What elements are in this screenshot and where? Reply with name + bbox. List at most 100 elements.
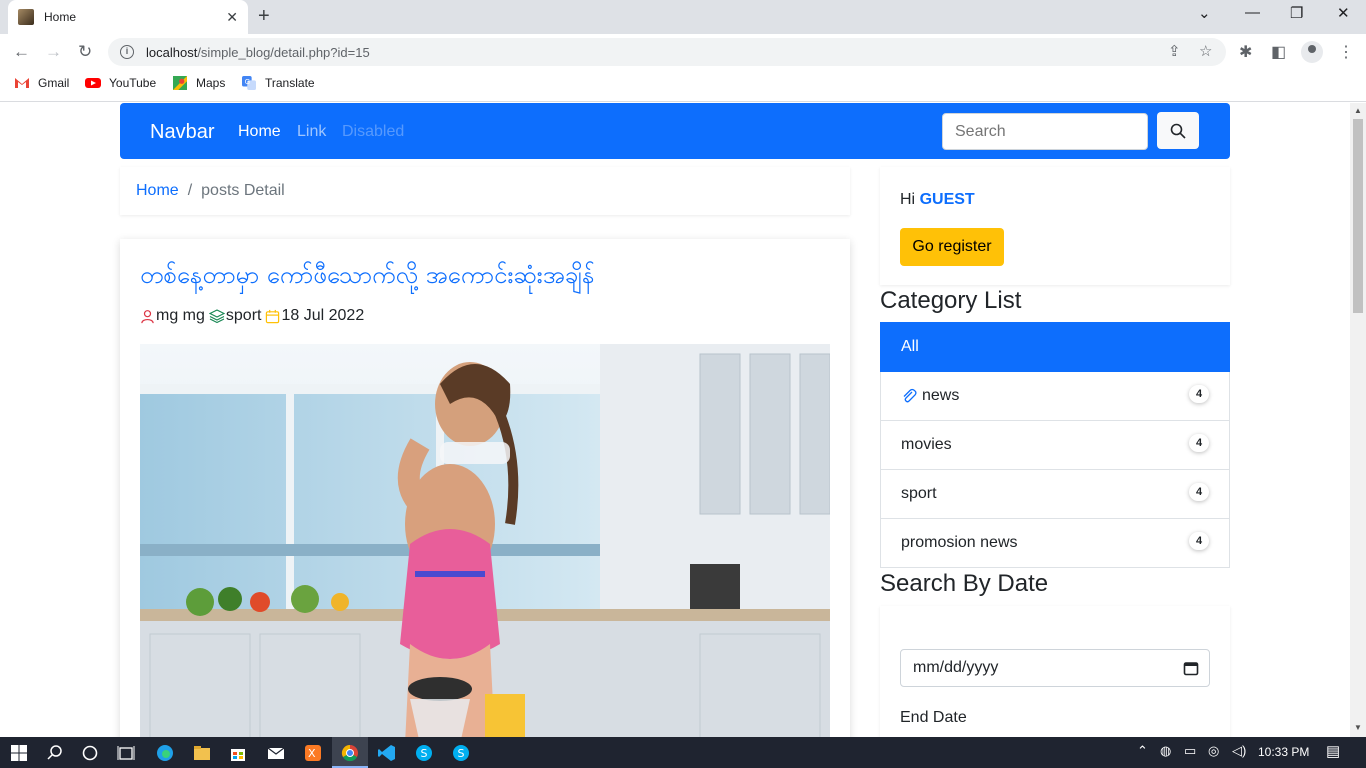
xampp-icon[interactable]: X	[304, 744, 322, 762]
bookmark-youtube[interactable]: YouTube	[85, 76, 156, 90]
user-card: Hi GUEST Go register	[880, 167, 1230, 285]
forward-button[interactable]: →	[45, 42, 62, 62]
category-item-movies[interactable]: movies 4	[880, 421, 1230, 470]
layers-icon	[208, 309, 225, 324]
skype-business-icon[interactable]: S	[452, 744, 470, 762]
search-by-date-title: Search By Date	[880, 570, 1049, 597]
maps-icon	[173, 76, 187, 90]
count-badge: 4	[1189, 434, 1209, 452]
menu-icon[interactable]: ⋮	[1338, 42, 1354, 62]
new-tab-button[interactable]: +	[258, 5, 270, 27]
back-button[interactable]: ←	[13, 42, 30, 62]
file-explorer-icon[interactable]	[193, 744, 211, 762]
bookmark-label: Gmail	[38, 76, 70, 90]
side-panel-icon[interactable]: ◧	[1271, 42, 1286, 62]
tab-search-icon[interactable]: ⌄	[1198, 4, 1211, 22]
count-badge: 4	[1189, 385, 1209, 403]
minimize-button[interactable]: —	[1245, 4, 1260, 21]
register-button[interactable]: Go register	[900, 228, 1004, 266]
svg-text:S: S	[458, 747, 465, 760]
url-host: localhost	[146, 44, 198, 60]
count-badge: 4	[1189, 532, 1209, 550]
date-placeholder: mm/dd/yyyy	[913, 659, 999, 676]
nav-link-home[interactable]: Home	[238, 123, 281, 141]
notifications-icon[interactable]: ▤	[1326, 742, 1340, 760]
bookmark-star-icon[interactable]: ☆	[1199, 38, 1212, 66]
calendar-picker-icon[interactable]	[1183, 660, 1199, 676]
breadcrumb: Home / posts Detail	[120, 167, 850, 215]
translate-icon: G	[242, 76, 256, 90]
category-item-promosion-news[interactable]: promosion news 4	[880, 519, 1230, 568]
category-label: sport	[901, 485, 937, 502]
paperclip-icon	[903, 388, 917, 403]
scroll-thumb[interactable]	[1353, 119, 1363, 313]
edge-icon[interactable]	[156, 744, 174, 762]
post-date: 18 Jul 2022	[281, 307, 365, 324]
count-badge: 4	[1189, 483, 1209, 501]
volume-icon[interactable]: ◁)	[1232, 743, 1246, 759]
category-label: All	[901, 337, 919, 355]
restore-button[interactable]: ❐	[1290, 4, 1303, 22]
bookmark-gmail[interactable]: Gmail	[14, 76, 69, 90]
date-search-card: mm/dd/yyyy End Date	[880, 606, 1230, 737]
search-input[interactable]	[942, 113, 1148, 150]
category-item-all[interactable]: All	[880, 322, 1230, 372]
start-date-input[interactable]: mm/dd/yyyy	[900, 649, 1210, 687]
reload-button[interactable]: ↻	[78, 42, 92, 62]
store-icon[interactable]	[229, 744, 247, 762]
scroll-up-arrow[interactable]: ▲	[1354, 106, 1362, 115]
meet-now-icon[interactable]: ◍	[1160, 743, 1171, 759]
category-item-sport[interactable]: sport 4	[880, 470, 1230, 519]
tab-strip: Home ✕ + ⌄ — ❐ ✕	[0, 0, 1366, 34]
task-view-icon[interactable]	[117, 744, 135, 762]
profile-avatar[interactable]	[1301, 41, 1323, 63]
nav-link-link[interactable]: Link	[297, 123, 326, 141]
category-label: movies	[901, 436, 952, 453]
taskbar-clock[interactable]: 10:33 PM	[1258, 745, 1309, 759]
bookmark-label: Translate	[265, 76, 315, 90]
bookmark-maps[interactable]: Maps	[172, 76, 225, 90]
post-category[interactable]: sport	[226, 307, 262, 325]
chrome-icon[interactable]	[341, 744, 359, 762]
category-label: news	[922, 387, 960, 404]
post-author: mg mg	[156, 307, 205, 324]
calendar-icon	[266, 309, 280, 323]
windows-taskbar: X S S ⌃ ◍ ▭ ◎ ◁) 10:33 PM ▤	[0, 737, 1366, 768]
url-field[interactable]: i localhost/simple_blog/detail.php?id=15…	[108, 38, 1226, 66]
tab-favicon	[18, 9, 34, 25]
nav-link-disabled: Disabled	[342, 123, 405, 140]
extensions-icon[interactable]: ✱	[1239, 42, 1252, 62]
tray-chevron-icon[interactable]: ⌃	[1137, 743, 1148, 759]
close-window-button[interactable]: ✕	[1337, 4, 1350, 22]
breadcrumb-current: posts Detail	[201, 182, 285, 199]
site-info-icon[interactable]: i	[120, 45, 134, 59]
page-scrollbar[interactable]: ▲ ▼	[1350, 103, 1366, 737]
svg-text:X: X	[308, 747, 316, 760]
windows-start-icon[interactable]	[10, 744, 28, 762]
browser-tab[interactable]: Home ✕	[8, 0, 248, 34]
category-label: promosion news	[901, 534, 1018, 551]
share-icon[interactable]: ⇪	[1168, 38, 1181, 66]
end-date-label: End Date	[900, 709, 967, 726]
category-item-news[interactable]: news 4	[880, 372, 1230, 421]
bookmark-translate[interactable]: G Translate	[241, 76, 315, 90]
site-navbar: Navbar Home Link Disabled	[120, 103, 1230, 159]
navbar-brand[interactable]: Navbar	[150, 121, 214, 144]
post-image	[140, 344, 830, 737]
vscode-icon[interactable]	[378, 744, 396, 762]
search-button[interactable]	[1157, 112, 1199, 149]
skype-icon[interactable]: S	[415, 744, 433, 762]
search-taskbar-icon[interactable]	[46, 744, 64, 762]
user-icon	[141, 309, 154, 323]
network-icon[interactable]: ◎	[1208, 743, 1219, 759]
mail-icon[interactable]	[267, 744, 285, 762]
scroll-down-arrow[interactable]: ▼	[1354, 723, 1362, 732]
greeting-text: Hi	[900, 191, 916, 208]
battery-icon[interactable]: ▭	[1184, 743, 1196, 759]
search-icon	[1170, 123, 1186, 139]
breadcrumb-home[interactable]: Home	[136, 182, 179, 200]
close-tab-icon[interactable]: ✕	[226, 9, 238, 26]
cortana-icon[interactable]	[81, 744, 99, 762]
page-viewport: Navbar Home Link Disabled Home / posts D…	[0, 103, 1350, 737]
gmail-icon	[15, 78, 29, 88]
